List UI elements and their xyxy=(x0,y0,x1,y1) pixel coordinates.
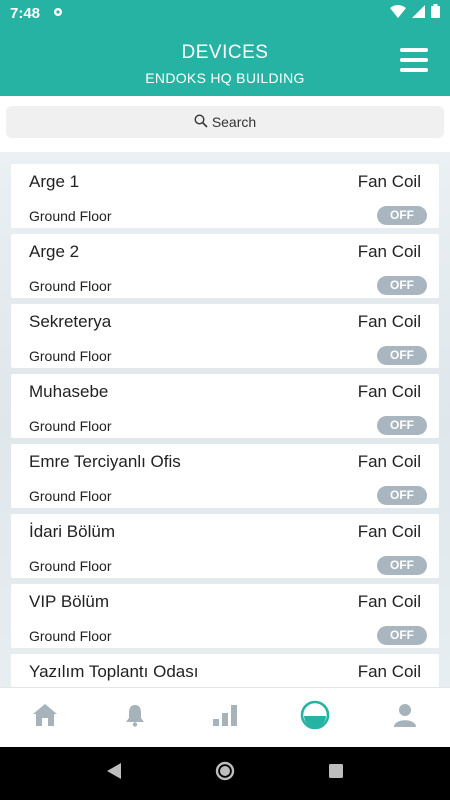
status-time: 7:48 xyxy=(10,4,41,22)
device-type: Fan Coil xyxy=(357,242,421,261)
device-floor: Ground Floor xyxy=(29,628,112,644)
power-toggle[interactable]: OFF xyxy=(377,556,427,575)
device-card[interactable]: Arge 1 Fan Coil Ground Floor OFF xyxy=(11,164,439,228)
tab-statistics[interactable] xyxy=(180,688,270,747)
power-toggle[interactable]: OFF xyxy=(377,346,427,365)
device-card[interactable]: İdari Bölüm Fan Coil Ground Floor OFF xyxy=(11,514,439,578)
wifi-icon xyxy=(390,4,406,22)
power-toggle[interactable]: OFF xyxy=(377,486,427,505)
power-toggle[interactable]: OFF xyxy=(377,626,427,645)
bottom-navigation xyxy=(0,687,450,747)
device-name: VIP Bölüm xyxy=(29,592,110,611)
device-floor: Ground Floor xyxy=(29,488,112,504)
device-type: Fan Coil xyxy=(357,312,421,331)
bell-icon xyxy=(124,703,146,732)
device-card[interactable]: Arge 2 Fan Coil Ground Floor OFF xyxy=(11,234,439,298)
search-icon xyxy=(194,113,208,131)
battery-icon xyxy=(431,4,440,22)
device-card[interactable]: Yazılım Toplantı Odası Fan Coil xyxy=(11,654,439,687)
tab-profile[interactable] xyxy=(360,688,450,747)
device-name: Emre Terciyanlı Ofis xyxy=(29,452,181,471)
device-floor: Ground Floor xyxy=(29,558,112,574)
device-type: Fan Coil xyxy=(357,172,421,191)
device-name: Yazılım Toplantı Odası xyxy=(29,662,199,681)
device-name: Sekreterya xyxy=(29,312,112,331)
settings-status-icon xyxy=(52,6,64,21)
status-bar: 7:48 xyxy=(0,0,450,26)
device-floor: Ground Floor xyxy=(29,278,112,294)
home-button-icon[interactable] xyxy=(214,760,236,787)
signal-icon xyxy=(412,4,425,22)
device-type: Fan Coil xyxy=(357,382,421,401)
device-floor: Ground Floor xyxy=(29,348,112,364)
power-toggle[interactable]: OFF xyxy=(377,276,427,295)
bar-chart-icon xyxy=(212,703,238,732)
device-type: Fan Coil xyxy=(357,522,421,541)
search-bar-container: Search xyxy=(0,96,450,148)
device-name: İdari Bölüm xyxy=(29,522,115,541)
hamburger-menu-icon[interactable] xyxy=(400,48,428,74)
device-card[interactable]: VIP Bölüm Fan Coil Ground Floor OFF xyxy=(11,584,439,648)
device-type: Fan Coil xyxy=(357,592,421,611)
device-type: Fan Coil xyxy=(357,452,421,471)
search-input[interactable]: Search xyxy=(6,106,444,138)
back-icon[interactable] xyxy=(106,762,122,785)
device-floor: Ground Floor xyxy=(29,208,112,224)
user-icon xyxy=(394,703,416,732)
home-icon xyxy=(32,703,58,732)
tab-devices[interactable] xyxy=(270,688,360,747)
power-toggle[interactable]: OFF xyxy=(377,206,427,225)
page-title: DEVICES xyxy=(181,42,269,63)
device-card[interactable]: Emre Terciyanlı Ofis Fan Coil Ground Flo… xyxy=(11,444,439,508)
device-type: Fan Coil xyxy=(357,662,421,681)
device-floor: Ground Floor xyxy=(29,418,112,434)
tab-notifications[interactable] xyxy=(90,688,180,747)
device-name: Arge 1 xyxy=(29,172,80,191)
device-name: Muhasebe xyxy=(29,382,109,401)
device-list: Arge 1 Fan Coil Ground Floor OFF Arge 2 … xyxy=(0,152,450,687)
system-navigation-bar xyxy=(0,747,450,800)
device-card[interactable]: Muhasebe Fan Coil Ground Floor OFF xyxy=(11,374,439,438)
building-name: ENDOKS HQ BUILDING xyxy=(145,70,305,86)
tab-home[interactable] xyxy=(0,688,90,747)
power-toggle[interactable]: OFF xyxy=(377,416,427,435)
device-card[interactable]: Sekreterya Fan Coil Ground Floor OFF xyxy=(11,304,439,368)
device-name: Arge 2 xyxy=(29,242,80,261)
recents-icon[interactable] xyxy=(328,763,344,784)
devices-icon xyxy=(300,700,330,735)
search-placeholder: Search xyxy=(211,114,257,130)
app-header: DEVICES ENDOKS HQ BUILDING xyxy=(0,26,450,96)
